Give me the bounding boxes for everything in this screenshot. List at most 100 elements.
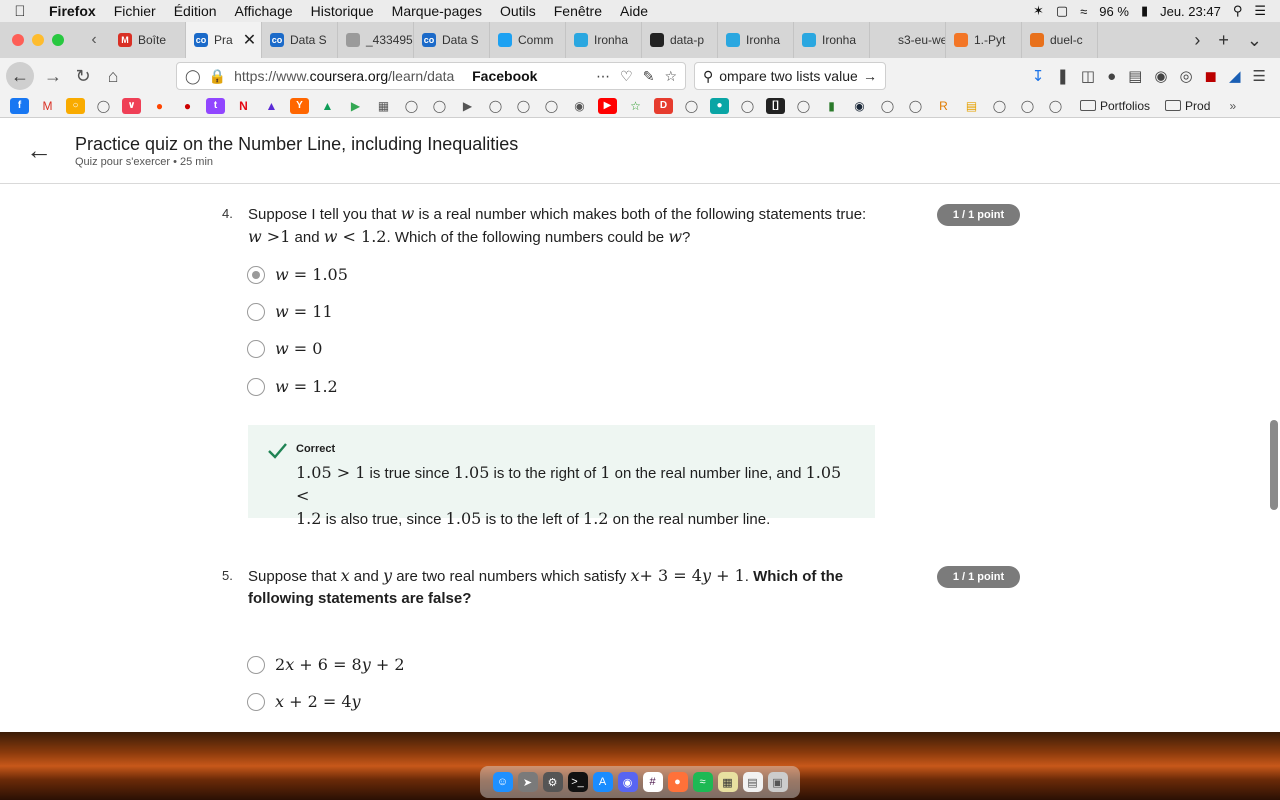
menu-fichier[interactable]: Fichier [105, 3, 165, 19]
bookmark-facebook-icon[interactable]: f [10, 97, 29, 114]
option-w-1-2[interactable]: w = 1.2 [247, 377, 338, 396]
downloads-icon[interactable]: ↧ [1032, 67, 1045, 85]
menu-marque-pages[interactable]: Marque-pages [383, 3, 491, 19]
minimize-window-button[interactable] [32, 34, 44, 46]
bookmark-globe-icon-12[interactable]: ◯ [990, 98, 1009, 114]
bookmark-bracket-icon[interactable]: [] [766, 97, 785, 114]
bookmark-play-gray-icon[interactable]: ▶ [458, 98, 477, 114]
menu-fenetre[interactable]: Fenêtre [545, 3, 611, 19]
reload-icon[interactable]: ↻ [68, 61, 98, 91]
forward-icon[interactable]: → [38, 61, 68, 91]
radio[interactable] [247, 377, 265, 396]
browser-tab[interactable]: co Pra ✕ [186, 22, 262, 58]
search-go-icon[interactable]: → [863, 68, 877, 84]
app-menu-icon[interactable]: ☰ [1253, 67, 1266, 85]
bookmark-github-icon[interactable]: ◉ [570, 98, 589, 114]
bookmark-drive-icon[interactable]: ▲ [318, 98, 337, 114]
spotify-icon[interactable]: ≈ [692, 772, 713, 792]
menu-historique[interactable]: Historique [302, 3, 383, 19]
page-scrollbar-thumb[interactable] [1270, 420, 1278, 510]
menu-edition[interactable]: Édition [165, 3, 226, 19]
library-icon[interactable]: ❚ [1056, 67, 1069, 85]
bookmark-globe-icon-8[interactable]: ◯ [738, 98, 757, 114]
menu-aide[interactable]: Aide [611, 3, 657, 19]
bookmark-ycombinator-icon[interactable]: Y [290, 97, 309, 114]
option-w-1-05[interactable]: w = 1.05 [247, 265, 348, 284]
bookmark-d-icon[interactable]: D [654, 97, 673, 114]
bookmark-globe-icon-9[interactable]: ◯ [794, 98, 813, 114]
option-w-11[interactable]: w = 11 [247, 302, 333, 321]
bookmark-folder-portfolios[interactable]: Portfolios [1080, 99, 1150, 113]
bookmark-netflix-icon[interactable]: N [234, 98, 253, 114]
bookmark-globe-icon-11[interactable]: ◯ [906, 98, 925, 114]
bookmark-globe-icon-6[interactable]: ◯ [542, 98, 561, 114]
display-icon[interactable]: ▢ [1056, 3, 1068, 19]
browser-tab[interactable]: data-p [642, 22, 718, 58]
documents-icon[interactable]: ▤ [742, 772, 763, 792]
browser-tab[interactable]: s3-eu-wes [870, 22, 946, 58]
bookmark-teal-icon[interactable]: ● [710, 97, 729, 114]
extension-glasses-icon[interactable]: ◎ [1179, 67, 1192, 85]
extension-barcode-icon[interactable]: ▤ [1128, 67, 1142, 85]
new-tab-icon[interactable]: + [1218, 30, 1229, 51]
browser-tab[interactable]: M Boîte [110, 22, 186, 58]
wifi-icon[interactable]: ≈ [1080, 4, 1087, 19]
app-store-icon[interactable]: A [592, 772, 613, 792]
url-text[interactable]: https://www.coursera.org/learn/data [234, 68, 464, 84]
bookmark-play-icon[interactable]: ▶ [346, 98, 365, 114]
terminal-icon[interactable]: >_ [567, 772, 588, 792]
bookmark-globe-icon-5[interactable]: ◯ [514, 98, 533, 114]
option-w-0[interactable]: w = 0 [247, 339, 322, 358]
radio-selected[interactable] [247, 265, 265, 284]
system-preferences-icon[interactable]: ⚙ [542, 772, 563, 792]
bookmark-keep-icon[interactable]: ○ [66, 97, 85, 114]
tracking-protection-icon[interactable]: ◯ [185, 68, 201, 85]
bookmark-star-green-icon[interactable]: ☆ [626, 98, 645, 114]
menu-affichage[interactable]: Affichage [226, 3, 302, 19]
lock-icon[interactable]: 🔒 [209, 68, 226, 85]
apple-menu-icon[interactable]:  [0, 3, 40, 20]
firefox-icon[interactable]: ● [667, 772, 688, 792]
bookmark-reddit-icon[interactable]: ● [150, 98, 169, 114]
url-bar[interactable]: ◯ 🔒 https://www.coursera.org/learn/data … [176, 62, 686, 90]
bookmark-globe-icon-7[interactable]: ◯ [682, 98, 701, 114]
browser-tab[interactable]: 1.-Pyt [946, 22, 1022, 58]
menubar-clock[interactable]: Jeu. 23:47 [1160, 4, 1221, 19]
extension-d-icon[interactable]: ◉ [1154, 67, 1167, 85]
bookmark-youtube-icon[interactable]: ▶ [598, 97, 617, 114]
browser-tab[interactable]: Ironha [566, 22, 642, 58]
menu-app-firefox[interactable]: Firefox [40, 3, 105, 19]
bookmark-star-icon[interactable]: ☆ [664, 68, 677, 85]
preview-icon[interactable]: ▦ [717, 772, 738, 792]
close-window-button[interactable] [12, 34, 24, 46]
browser-tab[interactable]: co Data S [262, 22, 338, 58]
close-tab-icon[interactable]: ✕ [243, 30, 256, 50]
bookmark-globe-icon-3[interactable]: ◯ [430, 98, 449, 114]
bookmark-pocket-icon[interactable]: ∨ [122, 97, 141, 114]
facebook-container-tag[interactable]: Facebook [472, 68, 537, 84]
radio[interactable] [247, 339, 265, 358]
browser-tab[interactable]: Ironha [794, 22, 870, 58]
search-input-text[interactable]: ompare two lists value [719, 68, 857, 84]
browser-tab[interactable]: _4334954 [338, 22, 414, 58]
pocket-icon[interactable]: ♡ [620, 68, 633, 85]
bookmark-r-icon[interactable]: R [934, 98, 953, 114]
back-arrow-icon[interactable]: ← [26, 137, 52, 163]
screenshot-icon[interactable]: ✎ [643, 68, 655, 85]
battery-icon[interactable]: ▮ [1141, 3, 1148, 19]
bookmark-globe-icon[interactable]: ◯ [94, 98, 113, 114]
radio[interactable] [247, 302, 265, 321]
browser-tab[interactable]: co Data S [414, 22, 490, 58]
back-icon[interactable]: ← [6, 62, 34, 90]
option-x-2-4y[interactable]: x + 2 = 4y [247, 692, 361, 711]
bookmark-red-icon[interactable]: ● [178, 98, 197, 114]
bookmark-rss-icon[interactable]: ▤ [962, 98, 981, 114]
page-actions-icon[interactable]: ⋯ [596, 68, 610, 85]
finder-icon[interactable]: ☺ [492, 772, 513, 792]
zoom-window-button[interactable] [52, 34, 64, 46]
bookmark-globe-icon-4[interactable]: ◯ [486, 98, 505, 114]
account-icon[interactable]: ● [1107, 68, 1116, 85]
control-center-icon[interactable]: ☰ [1254, 3, 1266, 19]
browser-tab[interactable]: Ironha [718, 22, 794, 58]
bookmark-purple-icon[interactable]: ▲ [262, 98, 281, 114]
